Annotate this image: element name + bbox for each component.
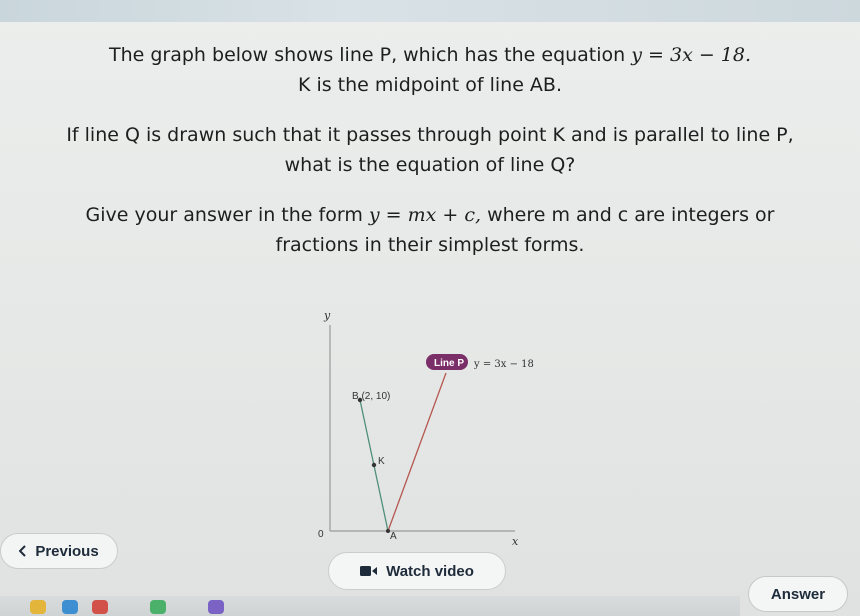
taskbar-app-icon[interactable] xyxy=(150,600,166,614)
question-text: The graph below shows line P, which has … xyxy=(0,40,860,280)
taskbar-app-icon[interactable] xyxy=(208,600,224,614)
question-line-3: If line Q is drawn such that it passes t… xyxy=(0,120,860,180)
q-line3: If line Q is drawn such that it passes t… xyxy=(66,124,794,146)
q-line6: fractions in their simplest forms. xyxy=(275,234,585,256)
point-k-label: K xyxy=(378,456,385,467)
line-p-equation-label: y = 3x − 18 xyxy=(473,359,534,370)
x-axis-label: x xyxy=(512,535,519,548)
line-p-tag: Line P xyxy=(434,358,464,369)
taskbar-app-icon[interactable] xyxy=(92,600,108,614)
taskbar-app-icon[interactable] xyxy=(62,600,78,614)
q-line5-text: Give your answer in the form xyxy=(85,204,363,226)
answer-button[interactable]: Answer xyxy=(748,576,848,612)
answer-label: Answer xyxy=(770,585,826,603)
question-line-5: Give your answer in the form y = mx + c,… xyxy=(0,200,860,260)
previous-label: Previous xyxy=(35,542,99,560)
taskbar xyxy=(0,596,740,616)
previous-button[interactable]: Previous xyxy=(0,533,118,569)
coordinate-graph: y x 0 B (2, 10) K A Line P y = 3x − 18 xyxy=(300,305,560,550)
q-line4: what is the equation of line Q? xyxy=(284,154,576,176)
video-camera-icon xyxy=(360,565,378,577)
top-strip xyxy=(0,0,860,22)
y-axis-label: y xyxy=(323,309,331,322)
point-k xyxy=(371,462,377,468)
chevron-left-icon xyxy=(19,545,27,557)
point-b-label: B (2, 10) xyxy=(352,391,390,402)
line-p-equation: y = 3x − 18. xyxy=(631,44,752,66)
answer-form: y = mx + c, xyxy=(368,204,482,226)
watch-video-button[interactable]: Watch video xyxy=(328,552,506,590)
watch-video-label: Watch video xyxy=(386,562,474,580)
graph-svg: y x 0 B (2, 10) K A Line P y = 3x − 18 xyxy=(318,309,534,548)
q-line1-text: The graph below shows line P, which has … xyxy=(108,44,626,66)
q-line2: K is the midpoint of line AB. xyxy=(297,74,563,96)
q-line5-rest: where m and c are integers or xyxy=(487,204,775,226)
point-a-label: A xyxy=(390,531,397,542)
line-p xyxy=(387,372,447,532)
question-line-1: The graph below shows line P, which has … xyxy=(0,40,860,100)
taskbar-app-icon[interactable] xyxy=(30,600,46,614)
origin-label: 0 xyxy=(318,529,324,540)
